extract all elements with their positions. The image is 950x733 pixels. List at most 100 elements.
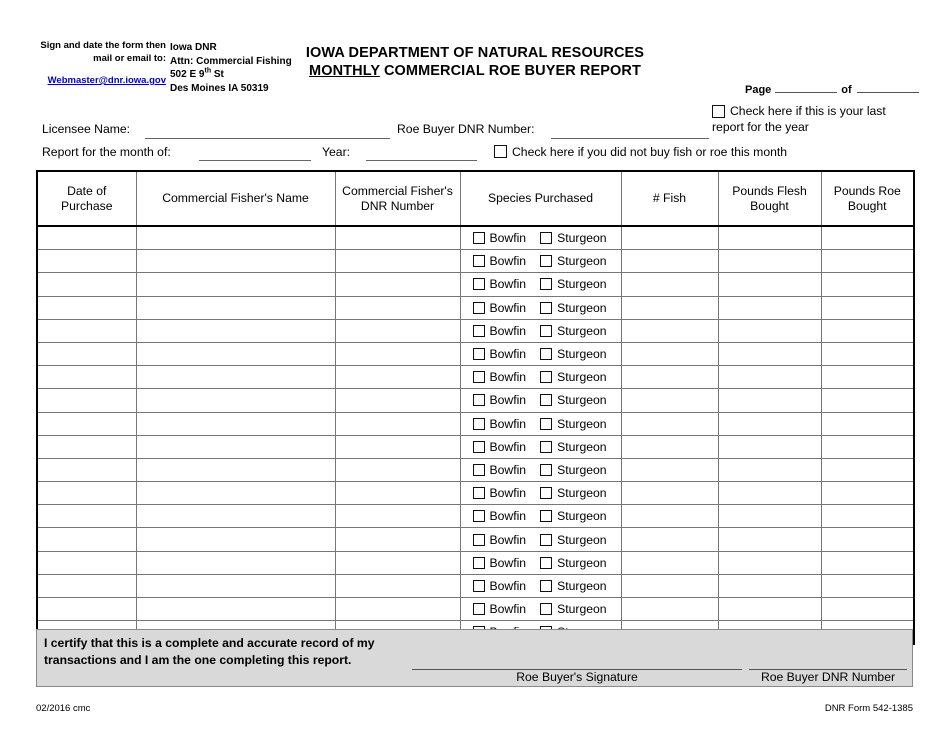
cell-pounds-flesh-bought[interactable]: [717, 272, 822, 297]
cell-number-of-fish[interactable]: [620, 411, 719, 436]
roe-buyer-dnr-input[interactable]: [551, 138, 709, 139]
species-checkbox-sturgeon[interactable]: [540, 533, 553, 546]
cell-number-of-fish[interactable]: [620, 481, 719, 506]
report-year-input[interactable]: [366, 160, 477, 161]
cell-pounds-flesh-bought[interactable]: [717, 481, 822, 506]
cell-number-of-fish[interactable]: [620, 341, 719, 367]
cell-number-of-fish[interactable]: [620, 249, 719, 274]
cell-fisher-dnr-number[interactable]: [334, 318, 461, 343]
cell-fisher-name[interactable]: [135, 550, 336, 575]
cell-number-of-fish[interactable]: [620, 434, 719, 459]
last-report-checkbox[interactable]: [712, 105, 725, 118]
cell-number-of-fish[interactable]: [620, 388, 719, 413]
species-checkbox-bowfin[interactable]: [472, 487, 485, 500]
cell-pounds-flesh-bought[interactable]: [717, 388, 822, 413]
cell-pounds-roe-bought[interactable]: [820, 457, 915, 483]
cell-pounds-roe-bought[interactable]: [820, 388, 915, 413]
report-month-input[interactable]: [199, 160, 311, 161]
species-checkbox-bowfin[interactable]: [472, 301, 485, 314]
cell-fisher-dnr-number[interactable]: [334, 573, 461, 599]
cell-fisher-name[interactable]: [135, 481, 336, 506]
species-checkbox-bowfin[interactable]: [472, 579, 485, 592]
cell-pounds-roe-bought[interactable]: [820, 341, 915, 367]
cell-pounds-roe-bought[interactable]: [820, 573, 915, 599]
cell-pounds-flesh-bought[interactable]: [717, 341, 822, 367]
cell-pounds-roe-bought[interactable]: [820, 249, 915, 274]
species-checkbox-sturgeon[interactable]: [540, 301, 553, 314]
cell-fisher-name[interactable]: [135, 272, 336, 297]
cell-date-of-purchase[interactable]: [36, 596, 137, 622]
cell-fisher-name[interactable]: [135, 295, 336, 320]
last-report-checkbox-group[interactable]: Check here if this is your last report f…: [712, 103, 917, 135]
cell-fisher-dnr-number[interactable]: [334, 295, 461, 320]
species-checkbox-bowfin[interactable]: [472, 394, 485, 407]
cell-fisher-name[interactable]: [135, 365, 336, 390]
species-checkbox-sturgeon[interactable]: [540, 232, 553, 245]
cell-date-of-purchase[interactable]: [36, 481, 137, 506]
cell-fisher-name[interactable]: [135, 434, 336, 459]
no-purchase-checkbox[interactable]: [494, 145, 507, 158]
cell-pounds-flesh-bought[interactable]: [717, 249, 822, 274]
species-checkbox-sturgeon[interactable]: [540, 603, 553, 616]
species-checkbox-sturgeon[interactable]: [540, 556, 553, 569]
cell-pounds-roe-bought[interactable]: [820, 434, 915, 459]
cell-fisher-dnr-number[interactable]: [334, 550, 461, 575]
cell-pounds-roe-bought[interactable]: [820, 481, 915, 506]
cell-pounds-roe-bought[interactable]: [820, 295, 915, 320]
cell-date-of-purchase[interactable]: [36, 434, 137, 459]
species-checkbox-bowfin[interactable]: [472, 417, 485, 430]
cell-pounds-flesh-bought[interactable]: [717, 365, 822, 390]
species-checkbox-bowfin[interactable]: [472, 255, 485, 268]
cell-pounds-roe-bought[interactable]: [820, 225, 915, 251]
cell-date-of-purchase[interactable]: [36, 272, 137, 297]
cell-fisher-name[interactable]: [135, 341, 336, 367]
species-checkbox-bowfin[interactable]: [472, 324, 485, 337]
cell-pounds-flesh-bought[interactable]: [717, 596, 822, 622]
species-checkbox-bowfin[interactable]: [472, 371, 485, 384]
species-checkbox-sturgeon[interactable]: [540, 278, 553, 291]
cell-date-of-purchase[interactable]: [36, 318, 137, 343]
cell-date-of-purchase[interactable]: [36, 527, 137, 552]
cell-date-of-purchase[interactable]: [36, 295, 137, 320]
cell-pounds-flesh-bought[interactable]: [717, 457, 822, 483]
cell-number-of-fish[interactable]: [620, 504, 719, 529]
cell-pounds-roe-bought[interactable]: [820, 596, 915, 622]
cell-pounds-roe-bought[interactable]: [820, 272, 915, 297]
cell-pounds-roe-bought[interactable]: [820, 365, 915, 390]
cell-fisher-dnr-number[interactable]: [334, 504, 461, 529]
cell-date-of-purchase[interactable]: [36, 249, 137, 274]
cell-pounds-flesh-bought[interactable]: [717, 225, 822, 251]
species-checkbox-sturgeon[interactable]: [540, 463, 553, 476]
cell-fisher-name[interactable]: [135, 225, 336, 251]
cell-fisher-name[interactable]: [135, 411, 336, 436]
cell-fisher-name[interactable]: [135, 504, 336, 529]
species-checkbox-sturgeon[interactable]: [540, 255, 553, 268]
cell-number-of-fish[interactable]: [620, 272, 719, 297]
species-checkbox-sturgeon[interactable]: [540, 394, 553, 407]
cell-fisher-name[interactable]: [135, 457, 336, 483]
cell-pounds-roe-bought[interactable]: [820, 504, 915, 529]
cell-number-of-fish[interactable]: [620, 318, 719, 343]
cell-fisher-name[interactable]: [135, 388, 336, 413]
cell-fisher-dnr-number[interactable]: [334, 457, 461, 483]
cell-fisher-name[interactable]: [135, 573, 336, 599]
cell-date-of-purchase[interactable]: [36, 411, 137, 436]
cell-number-of-fish[interactable]: [620, 225, 719, 251]
cell-number-of-fish[interactable]: [620, 457, 719, 483]
cell-fisher-dnr-number[interactable]: [334, 388, 461, 413]
species-checkbox-bowfin[interactable]: [472, 440, 485, 453]
cell-fisher-dnr-number[interactable]: [334, 481, 461, 506]
species-checkbox-bowfin[interactable]: [472, 556, 485, 569]
species-checkbox-sturgeon[interactable]: [540, 510, 553, 523]
cell-fisher-dnr-number[interactable]: [334, 225, 461, 251]
cell-date-of-purchase[interactable]: [36, 573, 137, 599]
cell-fisher-dnr-number[interactable]: [334, 249, 461, 274]
cell-date-of-purchase[interactable]: [36, 388, 137, 413]
cell-pounds-roe-bought[interactable]: [820, 411, 915, 436]
species-checkbox-sturgeon[interactable]: [540, 371, 553, 384]
cell-date-of-purchase[interactable]: [36, 341, 137, 367]
species-checkbox-bowfin[interactable]: [472, 348, 485, 361]
species-checkbox-sturgeon[interactable]: [540, 348, 553, 361]
cell-date-of-purchase[interactable]: [36, 504, 137, 529]
cell-number-of-fish[interactable]: [620, 573, 719, 599]
